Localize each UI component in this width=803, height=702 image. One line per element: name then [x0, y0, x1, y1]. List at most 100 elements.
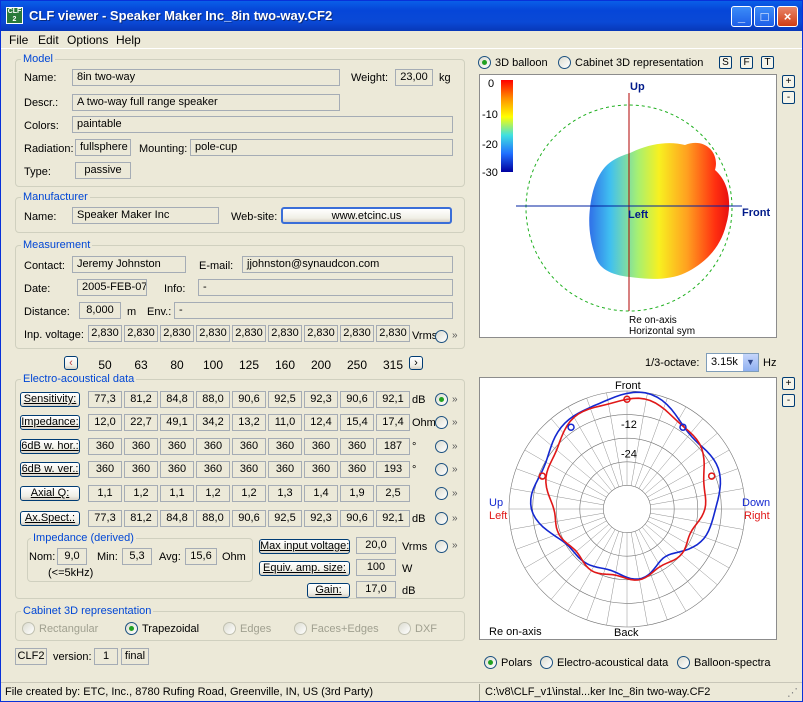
- model-name-field[interactable]: 8in two-way: [72, 69, 340, 86]
- view-cabinet-radio[interactable]: [558, 56, 571, 69]
- electro-cell[interactable]: 88,0: [196, 510, 230, 527]
- electro-cell[interactable]: 360: [340, 438, 374, 455]
- nom-field[interactable]: 9,0: [57, 548, 87, 565]
- octave-select[interactable]: 3.15k ▼: [706, 353, 759, 372]
- electro-row-expand-icon[interactable]: »: [452, 513, 458, 524]
- cabinet-faces-edges-radio[interactable]: [294, 622, 307, 635]
- inp-voltage-cell[interactable]: 2,830: [232, 325, 266, 342]
- type-field[interactable]: passive: [75, 162, 131, 179]
- inp-voltage-cell[interactable]: 2,830: [376, 325, 410, 342]
- distance-field[interactable]: 8,000: [79, 302, 121, 319]
- electro-cell[interactable]: 92,1: [376, 391, 410, 408]
- chevron-down-icon[interactable]: ▼: [743, 354, 758, 371]
- polar-zoom-out-button[interactable]: -: [782, 394, 795, 407]
- cabinet-dxf-radio[interactable]: [398, 622, 411, 635]
- max-input-voltage-button[interactable]: Max input voltage:: [259, 539, 350, 554]
- electro-cell[interactable]: 193: [376, 461, 410, 478]
- electro-row-button[interactable]: 6dB w. ver.:: [20, 462, 80, 477]
- cabinet-trapezoidal-radio[interactable]: [125, 622, 138, 635]
- electro-cell[interactable]: 360: [160, 438, 194, 455]
- electro-cell[interactable]: 92,3: [304, 510, 338, 527]
- electro-cell[interactable]: 360: [196, 438, 230, 455]
- inp-voltage-cell[interactable]: 2,830: [340, 325, 374, 342]
- electro-cell[interactable]: 1,4: [304, 485, 338, 502]
- freq-prev-button[interactable]: ‹: [64, 356, 78, 370]
- electro-row-expand-icon[interactable]: »: [452, 441, 458, 452]
- menu-help[interactable]: Help: [116, 33, 141, 47]
- inp-voltage-cell[interactable]: 2,830: [124, 325, 158, 342]
- equiv-amp-size-button[interactable]: Equiv. amp. size:: [259, 561, 350, 576]
- freq-next-button[interactable]: ›: [409, 356, 423, 370]
- electro-cell[interactable]: 90,6: [232, 510, 266, 527]
- electro-cell[interactable]: 360: [124, 461, 158, 478]
- electro-cell[interactable]: 360: [232, 461, 266, 478]
- electro-cell[interactable]: 1,2: [196, 485, 230, 502]
- electro-cell[interactable]: 15,4: [340, 414, 374, 431]
- max-input-voltage-field[interactable]: 20,0: [356, 537, 396, 554]
- electro-cell[interactable]: 1,1: [88, 485, 122, 502]
- polars-radio[interactable]: [484, 656, 497, 669]
- electro-row-button[interactable]: Ax.Spect.:: [20, 511, 80, 526]
- descr-field[interactable]: A two-way full range speaker: [72, 94, 340, 111]
- electro-cell[interactable]: 360: [196, 461, 230, 478]
- menu-options[interactable]: Options: [67, 33, 108, 47]
- menu-file[interactable]: File: [9, 33, 28, 47]
- view-t-button[interactable]: T: [761, 56, 774, 69]
- polar-plot[interactable]: Front Back Up Left Down Right Re on-axis…: [479, 377, 777, 640]
- electro-row-expand-icon[interactable]: »: [452, 394, 458, 405]
- gain-button[interactable]: Gain:: [307, 583, 350, 598]
- weight-field[interactable]: 23,00: [395, 69, 433, 86]
- resize-grip-icon[interactable]: ⋰: [787, 686, 798, 699]
- electro-cell[interactable]: 1,2: [124, 485, 158, 502]
- view-f-button[interactable]: F: [740, 56, 753, 69]
- electro-row-button[interactable]: Sensitivity:: [20, 392, 80, 407]
- balloon-spectra-radio[interactable]: [677, 656, 690, 669]
- electro-cell[interactable]: 360: [304, 461, 338, 478]
- electro-cell[interactable]: 360: [88, 438, 122, 455]
- view-3d-balloon-radio[interactable]: [478, 56, 491, 69]
- inp-voltage-cell[interactable]: 2,830: [160, 325, 194, 342]
- electro-row-radio[interactable]: [435, 512, 448, 525]
- avg-field[interactable]: 15,6: [185, 548, 217, 565]
- electro-cell[interactable]: 34,2: [196, 414, 230, 431]
- manufacturer-name-field[interactable]: Speaker Maker Inc: [72, 207, 219, 224]
- env-field[interactable]: -: [174, 302, 453, 319]
- electro-row-radio[interactable]: [435, 416, 448, 429]
- electro-cell[interactable]: 84,8: [160, 510, 194, 527]
- email-field[interactable]: jjohnston@synaudcon.com: [242, 256, 453, 273]
- electro-cell[interactable]: 360: [340, 461, 374, 478]
- electro-cell[interactable]: 360: [88, 461, 122, 478]
- colors-field[interactable]: paintable: [72, 116, 453, 133]
- electro-cell[interactable]: 187: [376, 438, 410, 455]
- electro-row-radio[interactable]: [435, 487, 448, 500]
- electro-cell[interactable]: 22,7: [124, 414, 158, 431]
- balloon-zoom-out-button[interactable]: -: [782, 91, 795, 104]
- electro-cell[interactable]: 92,5: [268, 510, 302, 527]
- electro-cell[interactable]: 77,3: [88, 391, 122, 408]
- electro-cell[interactable]: 90,6: [232, 391, 266, 408]
- view-s-button[interactable]: S: [719, 56, 732, 69]
- electro-cell[interactable]: 1,2: [232, 485, 266, 502]
- electro-cell[interactable]: 1,9: [340, 485, 374, 502]
- inp-voltage-cell[interactable]: 2,830: [196, 325, 230, 342]
- electro-cell[interactable]: 88,0: [196, 391, 230, 408]
- electro-row-button[interactable]: Impedance:: [20, 415, 80, 430]
- electro-cell[interactable]: 77,3: [88, 510, 122, 527]
- inp-voltage-cell[interactable]: 2,830: [88, 325, 122, 342]
- cabinet-rectangular-radio[interactable]: [22, 622, 35, 635]
- inp-voltage-radio[interactable]: [435, 330, 448, 343]
- electro-row-radio[interactable]: [435, 463, 448, 476]
- electro-cell[interactable]: 11,0: [268, 414, 302, 431]
- electro-row-button[interactable]: Axial Q:: [20, 486, 80, 501]
- max-input-voltage-expand-icon[interactable]: »: [452, 540, 458, 551]
- balloon-zoom-in-button[interactable]: +: [782, 75, 795, 88]
- electro-cell[interactable]: 49,1: [160, 414, 194, 431]
- close-button[interactable]: ×: [777, 6, 798, 27]
- minimize-button[interactable]: _: [731, 6, 752, 27]
- electro-cell[interactable]: 360: [124, 438, 158, 455]
- electro-row-expand-icon[interactable]: »: [452, 417, 458, 428]
- electro-row-radio[interactable]: [435, 440, 448, 453]
- inp-voltage-cell[interactable]: 2,830: [268, 325, 302, 342]
- electro-cell[interactable]: 81,2: [124, 510, 158, 527]
- electro-row-expand-icon[interactable]: »: [452, 488, 458, 499]
